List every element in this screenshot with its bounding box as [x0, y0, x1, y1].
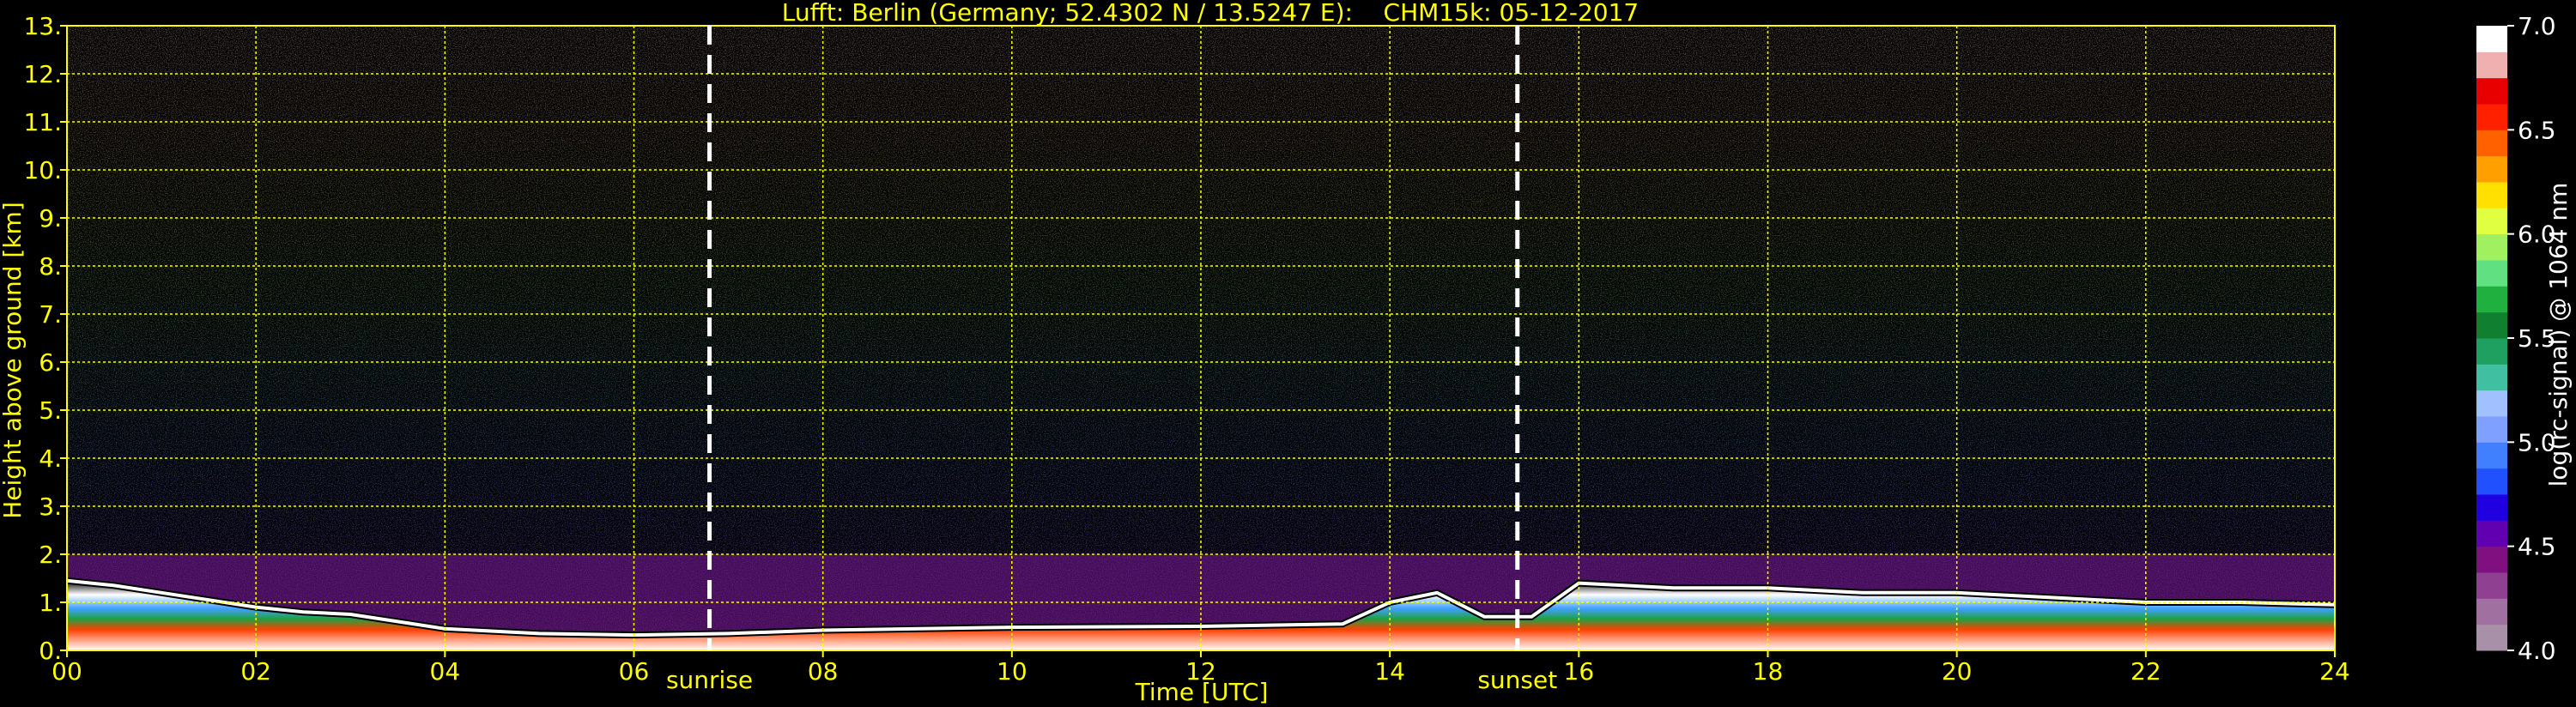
y-axis-ticks: 0. 1. 2. 3. 4. 5. 6. 7. 8. 9. 10. 11. 12. 13. — [23, 12, 67, 665]
x-tick-label: 22 — [2131, 657, 2161, 686]
x-tick-label: 20 — [1942, 657, 1973, 686]
sun-marker-label: sunrise — [666, 666, 753, 694]
colorbar-cell — [2476, 286, 2507, 313]
colorbar-cell — [2476, 494, 2507, 521]
colorbar-cell — [2476, 598, 2507, 625]
colorbar-cell — [2476, 311, 2507, 339]
y-tick-label: 9. — [39, 204, 62, 233]
y-tick-label: 1. — [39, 589, 62, 617]
y-axis-label: Height above ground [km] — [0, 202, 27, 519]
colorbar-cell — [2476, 624, 2507, 651]
colorbar-cells — [2476, 26, 2507, 651]
x-tick-label: 14 — [1374, 657, 1405, 686]
x-tick-label: 06 — [619, 657, 650, 686]
x-tick-label: 08 — [808, 657, 839, 686]
y-tick-label: 10. — [23, 156, 62, 184]
y-tick-label: 0. — [39, 637, 62, 665]
x-tick-label: 24 — [2319, 657, 2350, 686]
plot-area: sunrise sunset — [66, 25, 2336, 694]
colorbar-cell — [2476, 416, 2507, 443]
x-tick-label: 18 — [1753, 657, 1784, 686]
y-tick-label: 6. — [39, 348, 62, 377]
x-tick-label: 04 — [430, 657, 461, 686]
y-tick-label: 13. — [23, 12, 62, 40]
colorbar-cell — [2476, 77, 2507, 105]
ceilometer-chart: sunrise sunset 00 02 04 06 08 10 12 14 16 18 20 22 24… — [0, 0, 2573, 706]
sun-marker-label: sunset — [1477, 666, 1557, 694]
colorbar-cell — [2476, 338, 2507, 365]
colorbar-tick-label: 7.0 — [2518, 12, 2556, 40]
colorbar: 4.04.55.05.56.06.57.0 log(rc-signal) @ 1… — [2476, 12, 2573, 665]
x-tick-label: 16 — [1564, 657, 1595, 686]
y-tick-label: 5. — [39, 396, 62, 425]
chart-title: Lufft: Berlin (Germany; 52.4302 N / 13.5… — [782, 0, 1639, 27]
colorbar-cell — [2476, 155, 2507, 183]
colorbar-cell — [2476, 572, 2507, 599]
y-tick-label: 12. — [23, 60, 62, 88]
colorbar-cell — [2476, 104, 2507, 130]
x-tick-label: 02 — [240, 657, 271, 686]
colorbar-cell — [2476, 51, 2507, 79]
y-tick-label: 11. — [23, 108, 62, 136]
colorbar-cell — [2476, 468, 2507, 495]
colorbar-cell — [2476, 182, 2507, 208]
colorbar-cell — [2476, 442, 2507, 469]
colorbar-cell — [2476, 546, 2507, 573]
colorbar-tick-label: 4.5 — [2518, 533, 2556, 561]
colorbar-cell — [2476, 130, 2507, 157]
colorbar-cell — [2476, 390, 2507, 417]
colorbar-label: log(rc-signal) @ 1064 nm — [2544, 183, 2573, 487]
y-tick-label: 2. — [39, 541, 62, 569]
y-tick-label: 8. — [39, 252, 62, 281]
x-axis-label: Time [UTC] — [1135, 678, 1269, 706]
y-tick-label: 3. — [39, 492, 62, 521]
colorbar-cell — [2476, 233, 2507, 261]
colorbar-tick-label: 6.5 — [2518, 116, 2556, 144]
y-tick-label: 4. — [39, 444, 62, 473]
colorbar-cell — [2476, 364, 2507, 391]
colorbar-cell — [2476, 26, 2507, 52]
colorbar-cell — [2476, 520, 2507, 547]
colorbar-tick-label: 4.0 — [2518, 637, 2556, 665]
y-tick-label: 7. — [39, 300, 62, 329]
colorbar-cell — [2476, 260, 2507, 287]
colorbar-cell — [2476, 208, 2507, 235]
x-tick-label: 10 — [997, 657, 1027, 686]
